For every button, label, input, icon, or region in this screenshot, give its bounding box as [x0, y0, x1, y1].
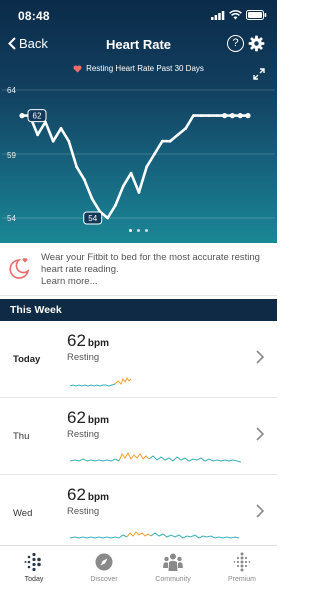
signal-icon	[211, 10, 225, 20]
data-point	[19, 113, 25, 119]
chevron-right-icon	[256, 350, 265, 364]
tab-today[interactable]: Today	[4, 552, 64, 583]
chart-title: Resting Heart Rate Past 30 Days	[0, 64, 277, 73]
data-point	[153, 152, 156, 156]
data-point	[222, 113, 228, 119]
moon-heart-icon	[9, 258, 30, 279]
gear-icon[interactable]	[248, 35, 265, 52]
resting-heart-rate-chart[interactable]: 62 54	[0, 80, 277, 228]
bpm-value: 62 bpm	[67, 485, 110, 504]
data-point	[51, 139, 55, 143]
data-point	[75, 165, 78, 169]
data-point	[184, 127, 188, 130]
day-row-wed[interactable]: Wed 62 bpm Resting	[0, 475, 277, 552]
data-point	[215, 114, 219, 117]
tab-discover[interactable]: Discover	[74, 552, 134, 583]
tab-premium[interactable]: Premium	[212, 552, 272, 583]
page-dot	[129, 229, 132, 232]
callout-label: 54	[88, 214, 97, 223]
resting-label: Resting	[67, 429, 100, 440]
help-button[interactable]: ?	[227, 35, 244, 52]
wifi-icon	[229, 10, 242, 20]
tab-label: Community	[155, 576, 191, 583]
day-row-today[interactable]: Today 62 bpm Resting	[0, 321, 277, 398]
expand-icon[interactable]	[253, 68, 265, 80]
data-point	[90, 197, 94, 201]
data-point	[192, 114, 195, 117]
resting-label: Resting	[67, 352, 100, 363]
sleep-tip-banner: Wear your Fitbit to bed for the most acc…	[0, 243, 277, 296]
data-point	[67, 139, 71, 143]
status-bar: 08:48	[0, 0, 277, 30]
tip-message: Wear your Fitbit to bed for the most acc…	[41, 252, 260, 275]
sparkline	[69, 531, 240, 539]
data-point	[176, 133, 180, 137]
data-point	[59, 127, 63, 130]
chevron-right-icon	[256, 504, 265, 518]
page-dot	[145, 229, 148, 232]
learn-more-link[interactable]: Learn more...	[41, 276, 98, 287]
chevron-right-icon	[256, 427, 265, 441]
status-icons	[211, 10, 267, 20]
data-point	[121, 184, 125, 188]
bpm-unit: bpm	[87, 415, 110, 426]
status-time: 08:48	[18, 9, 50, 23]
day-label: Thu	[13, 431, 30, 442]
data-point	[36, 133, 39, 137]
bpm-unit: bpm	[87, 492, 110, 503]
data-point	[137, 191, 141, 194]
data-point	[245, 113, 251, 119]
data-point	[237, 113, 243, 119]
tab-label: Discover	[90, 576, 118, 583]
data-point	[106, 216, 110, 220]
data-point	[168, 139, 172, 143]
section-header: This Week	[0, 299, 277, 321]
heart-icon	[73, 64, 82, 73]
data-point	[160, 139, 164, 143]
fitbit-dots-icon	[24, 552, 41, 572]
data-point	[114, 203, 117, 207]
bpm-value: 62 bpm	[67, 331, 110, 350]
bpm-unit: bpm	[87, 338, 110, 349]
data-point	[129, 171, 133, 175]
tab-label: Today	[24, 576, 44, 583]
sparkline	[69, 451, 242, 463]
nav-bar: Back Heart Rate ?	[0, 30, 277, 60]
page-dot	[137, 229, 140, 232]
resting-label: Resting	[67, 506, 100, 517]
data-point	[82, 178, 86, 181]
data-point	[207, 114, 211, 117]
day-row-thu[interactable]: Thu 62 bpm Resting	[0, 398, 277, 475]
bpm-value: 62 bpm	[67, 408, 110, 427]
series-line	[22, 114, 248, 220]
data-point	[145, 165, 149, 169]
tip-text: Wear your Fitbit to bed for the most acc…	[41, 252, 271, 288]
chart-title-text: Resting Heart Rate Past 30 Days	[86, 64, 204, 73]
battery-icon	[246, 10, 267, 20]
callout-label: 62	[33, 112, 42, 121]
sparkline	[69, 377, 132, 387]
tab-bar: Today Discover Community Premium	[0, 545, 277, 600]
chart-header-panel: 08:48 Back Heart Rate ? Resting Heart Ra…	[0, 0, 277, 243]
day-label: Today	[13, 354, 41, 365]
data-point	[199, 114, 203, 117]
community-icon	[163, 553, 183, 571]
data-point	[229, 113, 235, 119]
tab-community[interactable]: Community	[143, 552, 203, 583]
tab-label: Premium	[227, 576, 256, 583]
compass-icon	[95, 553, 113, 571]
page-indicator[interactable]	[0, 229, 277, 232]
premium-dots-icon	[233, 552, 251, 572]
day-label: Wed	[13, 508, 33, 519]
